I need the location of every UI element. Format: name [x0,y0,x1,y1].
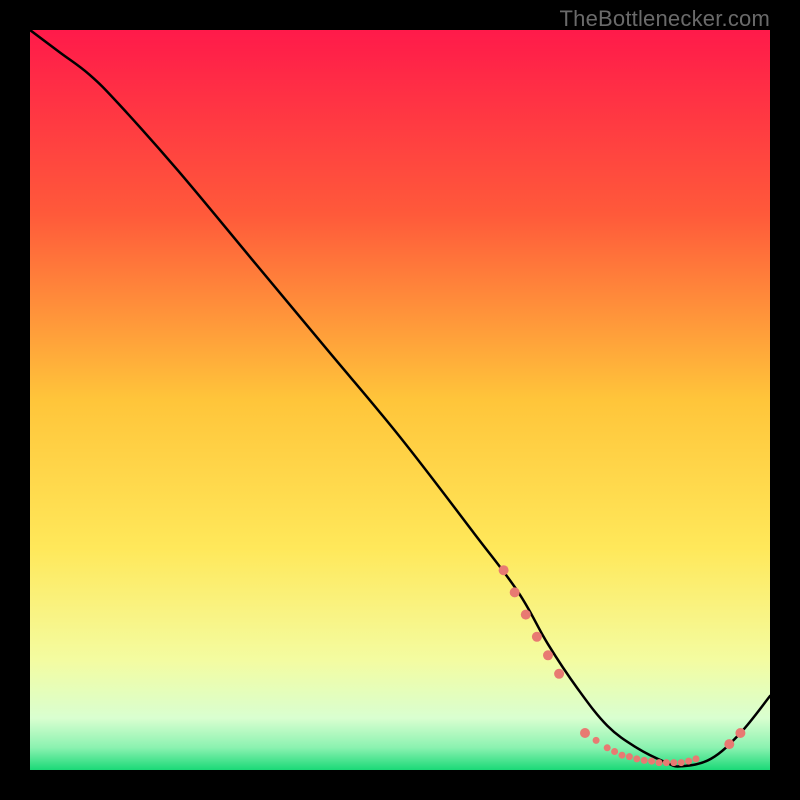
data-point [593,737,600,744]
data-point [656,759,663,766]
data-point [693,755,700,762]
chart-svg [30,30,770,770]
data-point [510,587,520,597]
data-point [619,752,626,759]
data-point [735,728,745,738]
plot-area [30,30,770,770]
gradient-background [30,30,770,770]
data-point [611,748,618,755]
data-point [678,759,685,766]
data-point [685,758,692,765]
data-point [633,755,640,762]
data-point [648,758,655,765]
data-point [604,744,611,751]
chart-stage: TheBottlenecker.com [0,0,800,800]
data-point [499,565,509,575]
data-point [521,610,531,620]
data-point [663,759,670,766]
data-point [554,669,564,679]
data-point [670,759,677,766]
data-point [532,632,542,642]
data-point [626,753,633,760]
data-point [543,650,553,660]
data-point [580,728,590,738]
data-point [724,739,734,749]
attribution-text: TheBottlenecker.com [560,6,770,32]
data-point [641,757,648,764]
